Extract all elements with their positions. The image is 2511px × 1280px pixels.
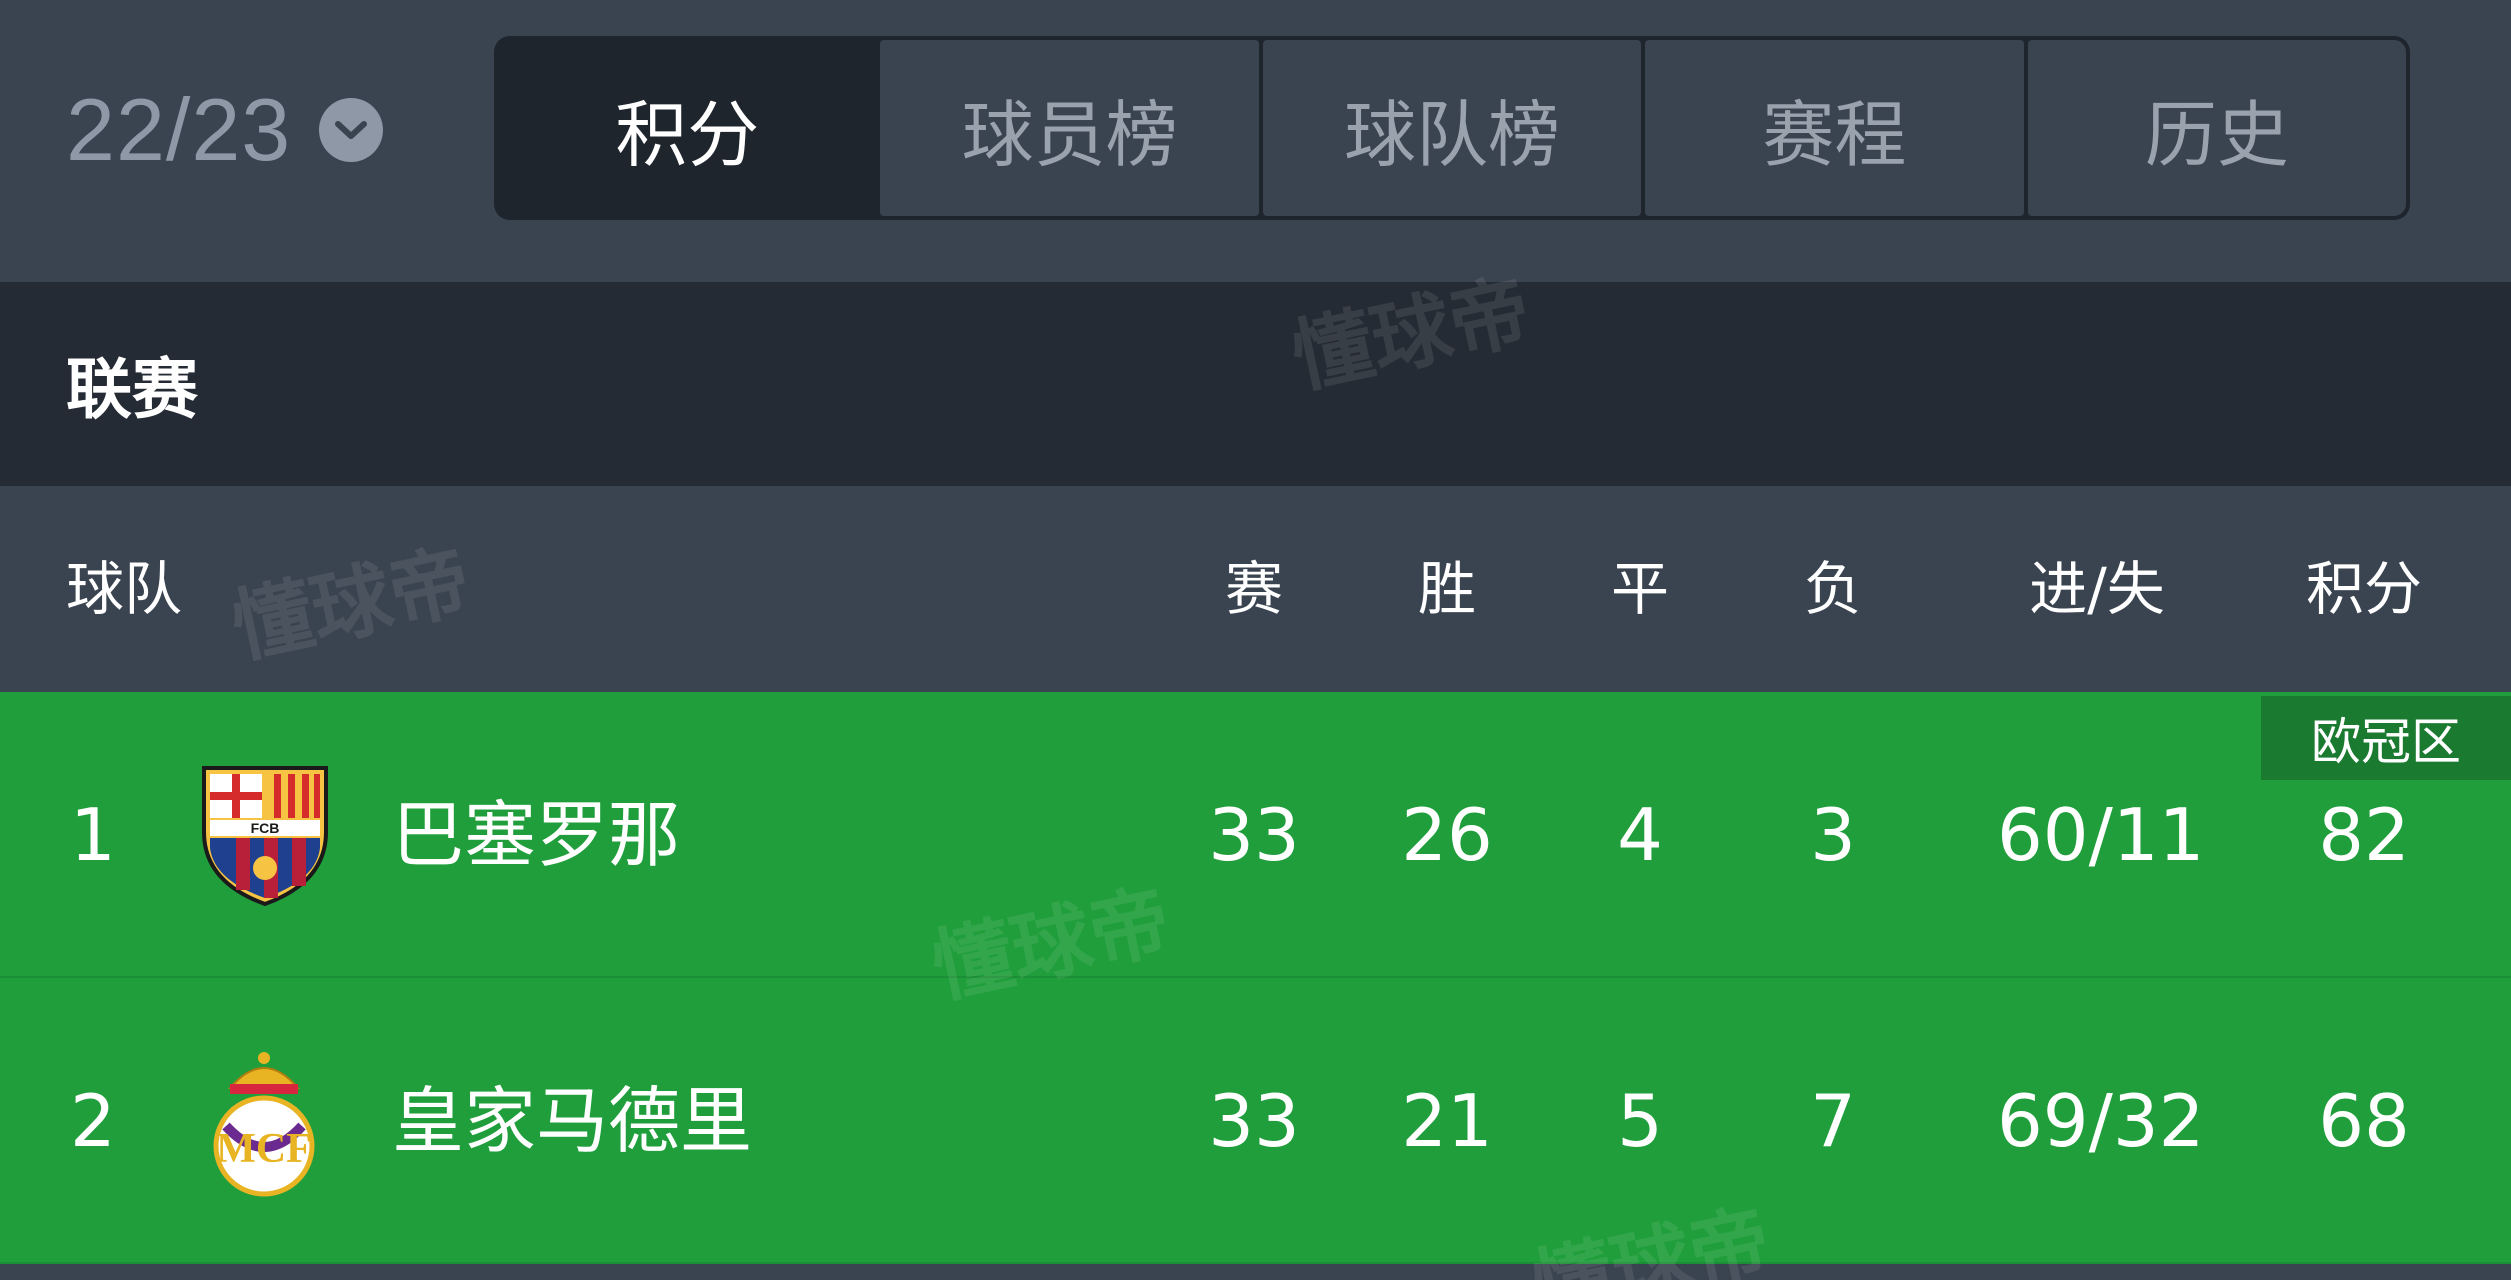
team-name: 巴塞罗那	[392, 793, 681, 877]
played-value: 33	[1208, 1079, 1300, 1163]
column-played: 赛	[1224, 555, 1283, 623]
column-loss: 负	[1803, 555, 1862, 623]
svg-text:MCF: MCF	[216, 1126, 312, 1172]
column-goals: 进/失	[2029, 555, 2165, 623]
loss-value: 3	[1810, 793, 1856, 877]
team-name: 皇家马德里	[392, 1079, 753, 1163]
season-selector[interactable]: 22/23	[66, 70, 384, 190]
column-win: 胜	[1417, 555, 1476, 623]
win-value: 21	[1401, 1079, 1493, 1163]
draw-value: 5	[1617, 1079, 1663, 1163]
win-value: 26	[1401, 793, 1493, 877]
table-row[interactable]: 2 MCF 皇家马德里 33 21 5 7 69/32 68	[0, 978, 2511, 1264]
champions-league-zone-badge: 欧冠区	[2261, 696, 2511, 780]
tab-player-rankings[interactable]: 球员榜	[880, 40, 1259, 216]
tab-team-rankings[interactable]: 球队榜	[1262, 40, 1642, 216]
season-label: 22/23	[66, 80, 292, 179]
column-team: 球队	[66, 555, 183, 623]
svg-text:FCB: FCB	[251, 820, 280, 836]
rank: 2	[70, 1079, 116, 1163]
goals-value: 69/32	[1997, 1079, 2205, 1163]
tab-bar: 积分 球员榜 球队榜 赛程 历史	[494, 36, 2410, 220]
section-title: 联赛	[66, 351, 198, 428]
column-draw: 平	[1610, 555, 1669, 623]
real-madrid-crest-icon: MCF	[206, 1048, 322, 1202]
played-value: 33	[1208, 793, 1300, 877]
tab-schedule[interactable]: 赛程	[1645, 40, 2024, 216]
table-row[interactable]: 1 FCB 巴塞罗那 33 26 4 3 60/11 82 欧冠区	[0, 692, 2511, 978]
points-value: 68	[2318, 1079, 2410, 1163]
rank: 1	[70, 793, 116, 877]
fc-barcelona-crest-icon: FCB	[196, 762, 334, 912]
goals-value: 60/11	[1997, 793, 2205, 877]
tab-standings[interactable]: 积分	[498, 40, 877, 216]
top-bar: 22/23 积分 球员榜 球队榜 赛程 历史	[0, 0, 2511, 282]
chevron-down-icon	[319, 98, 384, 162]
table-header: 球队 赛 胜 平 负 进/失 积分	[0, 486, 2511, 692]
section-header: 联赛	[0, 282, 2511, 486]
loss-value: 7	[1810, 1079, 1856, 1163]
draw-value: 4	[1617, 793, 1663, 877]
column-points: 积分	[2305, 555, 2422, 623]
tab-history[interactable]: 历史	[2027, 40, 2407, 216]
